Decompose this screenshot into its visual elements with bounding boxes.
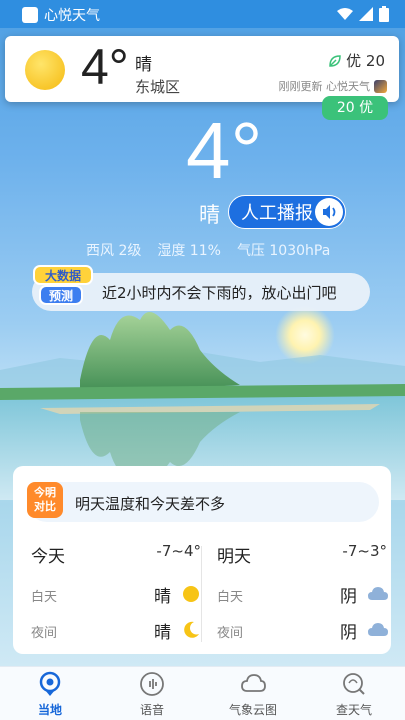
humidity-text: 湿度 11%	[157, 243, 221, 259]
pressure-text: 气压 1030hPa	[236, 243, 331, 259]
notification-updated: 刚刚更新 心悦天气	[278, 78, 387, 94]
tomorrow-night-label: 夜间	[217, 626, 244, 641]
notification-district: 东城区	[135, 78, 181, 96]
status-app: 心悦天气	[22, 5, 100, 25]
signal-icon	[359, 7, 373, 21]
today-day-label: 白天	[31, 590, 58, 605]
compare-badge: 今明 对比	[27, 482, 63, 518]
compare-text: 明天温度和今天差不多	[75, 495, 226, 513]
compare-card: 今明 对比 明天温度和今天差不多 今天 -7~4° 白天 晴 夜间 晴 明天 -…	[13, 466, 391, 654]
notification-updated-text: 刚刚更新 心悦天气	[278, 80, 371, 93]
notification-aqi-text: 优 20	[346, 52, 385, 70]
cloud-icon	[367, 584, 388, 604]
nav-item-voice[interactable]: 语音	[112, 671, 192, 718]
wind-text: 西风 2级	[86, 243, 142, 259]
nav-item-local[interactable]: 当地	[10, 671, 90, 718]
today-name: 今天	[31, 547, 65, 567]
speaker-icon	[315, 198, 343, 226]
current-temperature: 4°	[186, 106, 263, 195]
nav-label-local: 当地	[37, 703, 62, 717]
cloud-icon	[241, 674, 266, 692]
status-icons	[337, 6, 389, 22]
sun-icon	[25, 50, 65, 90]
weather-details: 西风 2级 湿度 11% 气压 1030hPa	[86, 240, 330, 260]
notification-aqi: 优 20	[328, 50, 385, 71]
status-bar: 心悦天气	[0, 0, 405, 28]
leaf-icon	[329, 54, 341, 67]
nav-item-check-weather[interactable]: 查天气	[314, 671, 394, 718]
bottom-nav: 当地 语音 气象云图 查天气	[0, 666, 405, 720]
tomorrow-day-label: 白天	[217, 590, 244, 605]
app-status-icon	[22, 7, 38, 23]
wifi-icon	[337, 8, 353, 20]
notification-temperature: 4°	[81, 39, 129, 95]
nav-label-check-weather: 查天气	[335, 703, 372, 717]
cloud-icon	[367, 620, 388, 640]
location-icon	[39, 671, 61, 696]
today-day-condition: 晴	[154, 587, 171, 607]
broadcast-button[interactable]: 人工播报	[228, 195, 346, 229]
nav-label-voice: 语音	[139, 703, 164, 717]
today-night-label: 夜间	[31, 626, 58, 641]
today-range: -7~4°	[156, 542, 201, 560]
weather-notification-card[interactable]: 4° 晴 东城区 优 20 刚刚更新 心悦天气	[5, 36, 399, 102]
search-weather-icon	[343, 673, 365, 695]
today-night-condition: 晴	[154, 623, 171, 643]
notification-condition: 晴	[135, 55, 152, 75]
tomorrow-night-condition: 阴	[340, 623, 357, 643]
compare-badge-line2: 对比	[34, 500, 56, 513]
broadcast-label: 人工播报	[241, 203, 313, 224]
compare-badge-line1: 今明	[34, 486, 56, 499]
current-condition: 晴	[199, 203, 220, 227]
tomorrow-range: -7~3°	[342, 542, 387, 560]
voice-icon	[140, 672, 164, 696]
prediction-badge-line1: 大数据	[45, 268, 81, 283]
prediction-badge-line2: 预测	[49, 288, 73, 303]
sun-icon	[181, 584, 201, 604]
nav-item-cloud-map[interactable]: 气象云图	[213, 671, 293, 718]
tomorrow-day-condition: 阴	[340, 587, 357, 607]
column-divider	[201, 546, 202, 642]
prediction-text: 近2小时内不会下雨的，放心出门吧	[102, 283, 337, 302]
tomorrow-name: 明天	[217, 547, 251, 567]
moon-icon	[181, 620, 201, 640]
aqi-badge[interactable]: 20 优	[322, 96, 388, 120]
status-app-name: 心悦天气	[44, 8, 100, 24]
app-logo-icon	[374, 79, 387, 93]
battery-icon	[379, 6, 389, 22]
nav-label-cloud-map: 气象云图	[228, 703, 277, 717]
big-data-prediction-badge: 大数据 预测	[33, 265, 93, 305]
